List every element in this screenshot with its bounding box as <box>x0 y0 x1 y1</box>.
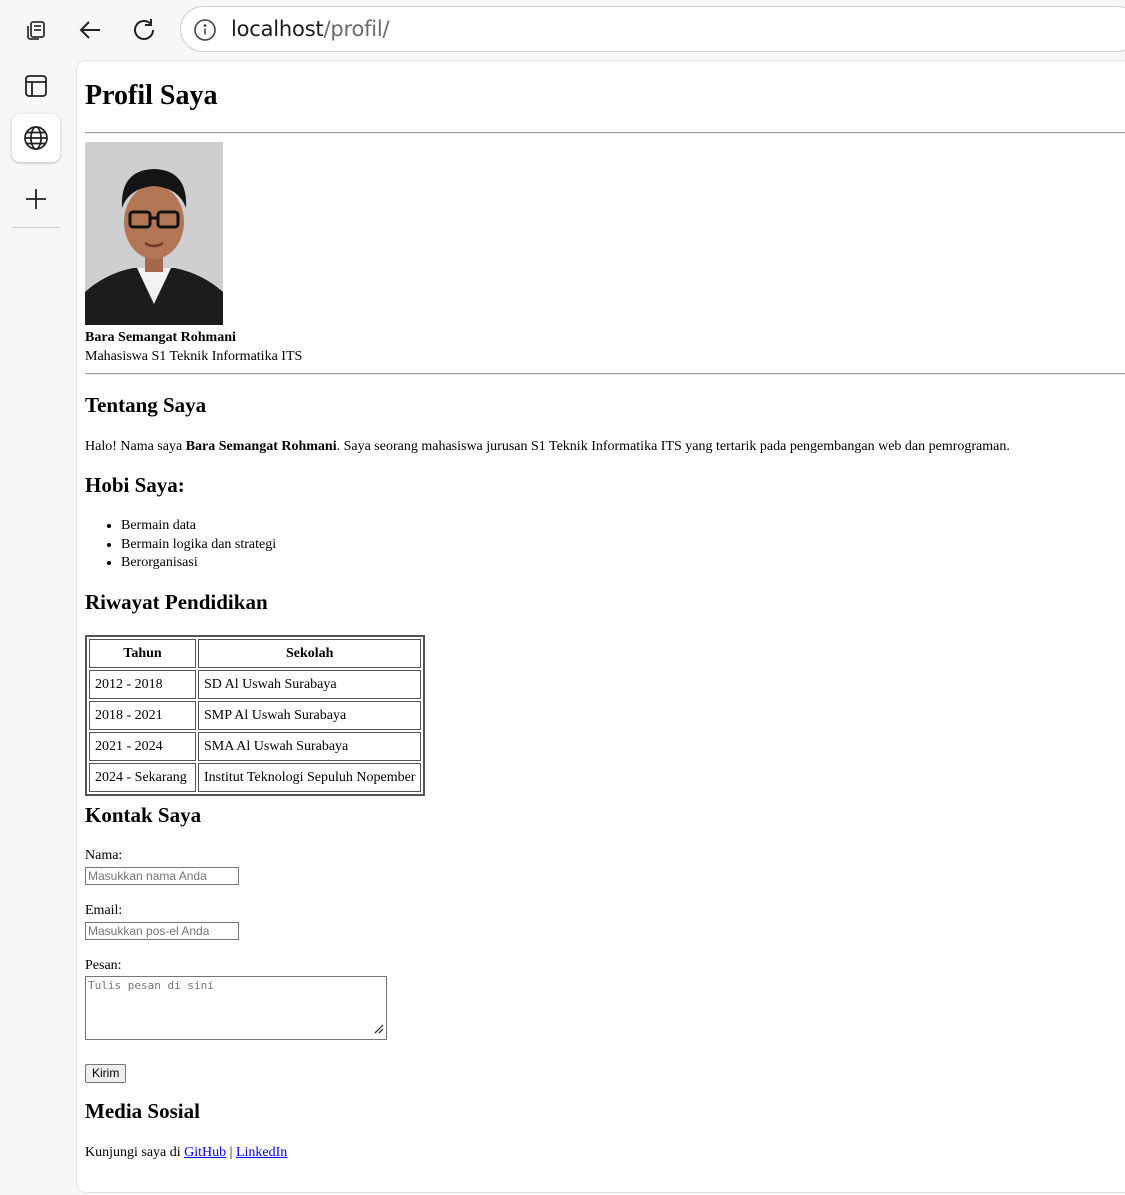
social-prefix: Kunjungi saya di <box>85 1145 185 1160</box>
divider <box>85 132 1125 134</box>
education-heading: Riwayat Pendidikan <box>85 590 268 614</box>
about-heading: Tentang Saya <box>85 393 207 417</box>
refresh-icon[interactable] <box>126 12 162 48</box>
site-info-icon[interactable] <box>193 18 217 47</box>
tab-globe-icon[interactable] <box>12 114 60 162</box>
table-cell: SMA Al Uswah Surabaya <box>198 732 422 761</box>
list-item: Berorganisasi <box>121 554 276 573</box>
about-name-bold: Bara Semangat Rohmani <box>185 439 337 454</box>
table-cell: SD Al Uswah Surabaya <box>198 670 422 699</box>
resize-grip-icon[interactable] <box>373 1023 384 1037</box>
about-text: Halo! Nama saya Bara Semangat Rohmani. S… <box>85 439 1010 455</box>
browser-toolbar: localhost/profil/ <box>0 0 1125 60</box>
email-input[interactable]: Masukkan pos-el Anda <box>85 922 239 940</box>
table-row: 2024 - Sekarang Institut Teknologi Sepul… <box>89 763 422 792</box>
table-header-row: Tahun Sekolah <box>89 639 422 668</box>
message-placeholder: Tulis pesan di sini <box>88 979 214 992</box>
profile-photo <box>85 142 223 325</box>
email-label: Email: <box>85 903 123 918</box>
hobbies-heading: Hobi Saya: <box>85 473 185 497</box>
page-title: Profil Saya <box>85 80 218 111</box>
github-link[interactable]: GitHub <box>184 1145 226 1160</box>
table-cell: 2012 - 2018 <box>89 670 196 699</box>
social-heading: Media Sosial <box>85 1099 200 1123</box>
social-line: Kunjungi saya di GitHub | LinkedIn <box>85 1145 287 1161</box>
table-cell: SMP Al Uswah Surabaya <box>198 701 422 730</box>
column-header-sekolah: Sekolah <box>198 639 422 668</box>
contact-heading: Kontak Saya <box>85 803 202 827</box>
linkedin-link[interactable]: LinkedIn <box>236 1145 287 1160</box>
social-separator: | <box>226 1145 236 1160</box>
sidebar-divider <box>12 227 60 228</box>
sidebar-toggle-icon[interactable] <box>12 62 60 110</box>
page-viewport: Profil Saya Bara Semangat Rohmani Mahasi… <box>76 60 1125 1193</box>
profile-name: Bara Semangat Rohmani <box>85 330 236 345</box>
table-cell: 2024 - Sekarang <box>89 763 196 792</box>
table-row: 2012 - 2018 SD Al Uswah Surabaya <box>89 670 422 699</box>
education-table: Tahun Sekolah 2012 - 2018 SD Al Uswah Su… <box>85 635 426 796</box>
vertical-tabs-sidebar <box>0 60 72 1195</box>
message-textarea[interactable]: Tulis pesan di sini <box>85 976 387 1040</box>
tab-actions-icon[interactable] <box>18 12 54 48</box>
table-cell: 2018 - 2021 <box>89 701 196 730</box>
submit-button[interactable]: Kirim <box>85 1064 127 1083</box>
about-text-before: Halo! Nama saya <box>85 439 186 454</box>
message-label: Pesan: <box>85 958 122 973</box>
profile-role: Mahasiswa S1 Teknik Informatika ITS <box>85 349 303 364</box>
table-row: 2021 - 2024 SMA Al Uswah Surabaya <box>89 732 422 761</box>
new-tab-plus-icon[interactable] <box>12 175 60 223</box>
table-cell: Institut Teknologi Sepuluh Nopember <box>198 763 422 792</box>
list-item: Bermain data <box>121 517 276 536</box>
address-bar[interactable]: localhost/profil/ <box>180 6 1125 52</box>
about-text-after: . Saya seorang mahasiswa jurusan S1 Tekn… <box>336 439 1010 454</box>
name-label: Nama: <box>85 848 123 863</box>
url-host: localhost <box>231 17 324 41</box>
name-input[interactable]: Masukkan nama Anda <box>85 867 239 885</box>
column-header-tahun: Tahun <box>89 639 196 668</box>
url-text[interactable]: localhost/profil/ <box>231 17 390 41</box>
divider <box>85 373 1125 375</box>
table-cell: 2021 - 2024 <box>89 732 196 761</box>
url-path: /profil/ <box>323 17 390 41</box>
list-item: Bermain logika dan strategi <box>121 536 276 555</box>
table-row: 2018 - 2021 SMP Al Uswah Surabaya <box>89 701 422 730</box>
hobbies-list: Bermain data Bermain logika dan strategi… <box>85 517 276 573</box>
back-arrow-icon[interactable] <box>72 12 108 48</box>
